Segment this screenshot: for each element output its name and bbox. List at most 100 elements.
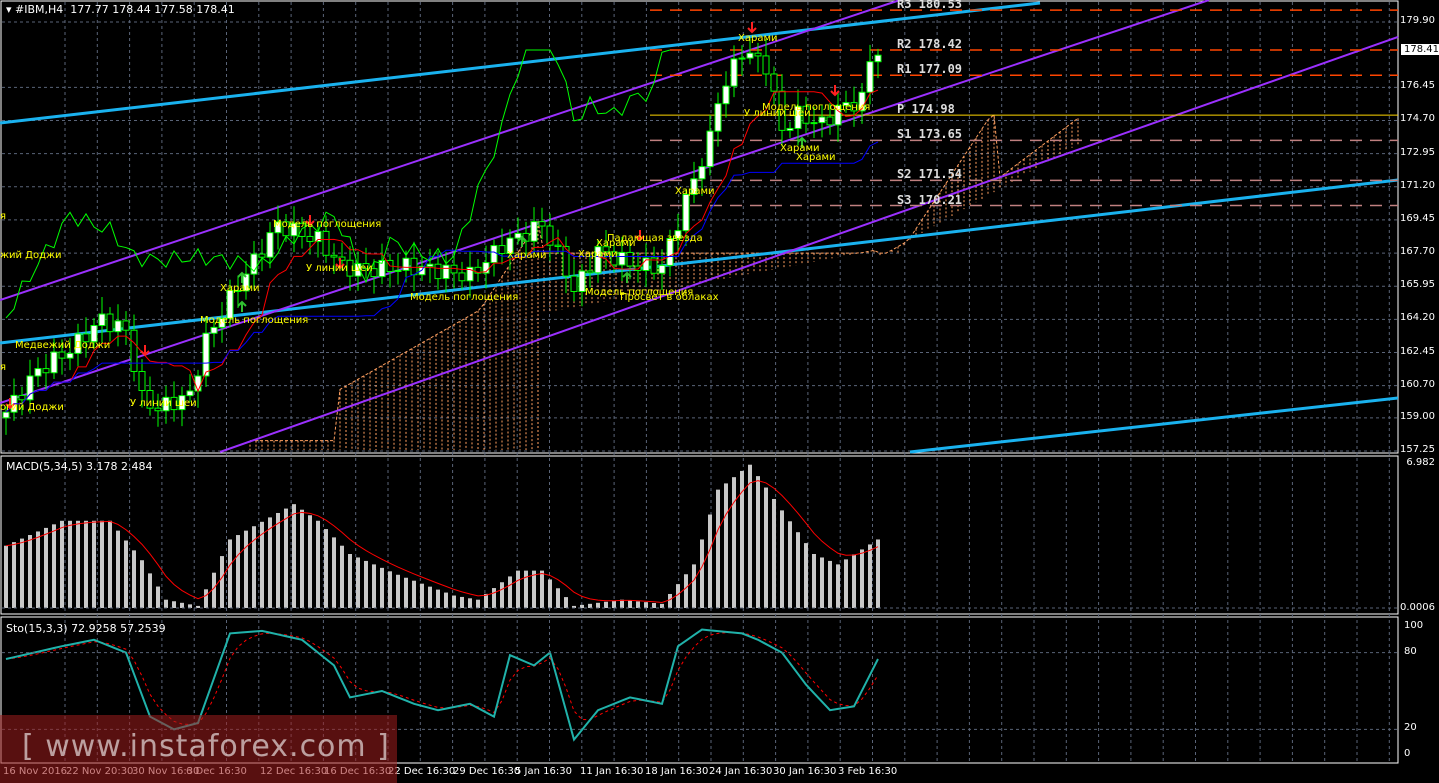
candle-body xyxy=(443,265,449,278)
price-tick: 159.00 xyxy=(1400,411,1435,422)
price-tick: 164.20 xyxy=(1400,312,1435,323)
dropdown-triangle-icon[interactable]: ▾ xyxy=(6,3,12,16)
trend-line xyxy=(0,3,1040,123)
macd-bar xyxy=(732,477,736,608)
macd-bar xyxy=(92,521,96,608)
sell-arrow-icon xyxy=(141,345,149,355)
candle-body xyxy=(739,58,745,59)
macd-bar xyxy=(660,604,664,608)
pivot-label: S1 173.65 xyxy=(897,127,962,141)
candle-body xyxy=(267,233,273,258)
macd-bar xyxy=(124,541,128,608)
candle-body xyxy=(203,333,209,376)
macd-bar xyxy=(332,537,336,608)
pattern-label: У линии шеи xyxy=(744,108,811,119)
candle-body xyxy=(427,264,433,266)
macd-bar xyxy=(764,488,768,608)
macd-bar xyxy=(300,510,304,608)
candle-body xyxy=(771,74,777,91)
macd-min-label: 0.0006 xyxy=(1400,602,1435,613)
macd-bar xyxy=(364,561,368,608)
macd-bar xyxy=(348,554,352,608)
pattern-label: жий Доджи xyxy=(0,250,62,261)
watermark: [ www.instaforex.com ] xyxy=(0,715,397,783)
candle-body xyxy=(307,236,313,241)
pattern-label: У линии шеи xyxy=(130,398,197,409)
macd-bar xyxy=(356,557,360,608)
macd-bar xyxy=(676,584,680,608)
macd-signal-line xyxy=(6,481,878,603)
macd-bar xyxy=(316,521,320,608)
macd-bar xyxy=(276,513,280,608)
stoch-level-label: 0 xyxy=(1404,748,1410,759)
macd-bar xyxy=(436,590,440,608)
candle-body xyxy=(627,252,633,266)
macd-bar xyxy=(108,521,112,608)
macd-bar xyxy=(700,539,704,608)
candle-body xyxy=(515,233,521,238)
price-tick: 171.20 xyxy=(1400,180,1435,191)
candle-body xyxy=(115,321,121,332)
price-tick: 172.95 xyxy=(1400,147,1435,158)
macd-bar xyxy=(236,535,240,608)
candle-body xyxy=(875,55,881,61)
pattern-label: У линии шеи xyxy=(306,263,373,274)
price-tick: 167.70 xyxy=(1400,246,1435,257)
candle-body xyxy=(123,321,129,330)
macd-bar xyxy=(780,510,784,608)
candle-body xyxy=(107,314,113,332)
candle-body xyxy=(331,255,337,257)
chart-canvas[interactable] xyxy=(0,0,1439,783)
candle-body xyxy=(51,352,57,373)
macd-bar xyxy=(692,564,696,608)
price-tick: 169.45 xyxy=(1400,213,1435,224)
macd-bar xyxy=(20,539,24,608)
macd-bar xyxy=(612,601,616,608)
macd-bar xyxy=(508,576,512,608)
pattern-label: Модель поглощения xyxy=(410,292,518,303)
macd-bar xyxy=(860,549,864,608)
time-tick: 3 Feb 16:30 xyxy=(838,766,897,777)
symbol-name: #IBM,H4 xyxy=(15,3,63,16)
macd-bar xyxy=(516,571,520,608)
macd-bar xyxy=(836,564,840,608)
macd-bar xyxy=(52,524,56,608)
pattern-label: Модель поглощения xyxy=(200,315,308,326)
candle-body xyxy=(747,53,753,58)
macd-bar xyxy=(500,582,504,608)
price-tick: 179.90 xyxy=(1400,15,1435,26)
macd-bar xyxy=(412,581,416,608)
macd-bar xyxy=(796,532,800,608)
pattern-label: Просвет в облаках xyxy=(620,292,719,303)
macd-bar xyxy=(588,604,592,608)
candle-body xyxy=(403,258,409,270)
macd-bar xyxy=(636,601,640,608)
candle-body xyxy=(459,273,465,281)
macd-bar xyxy=(372,564,376,608)
pattern-label: Харами xyxy=(796,152,836,163)
time-tick: 11 Jan 16:30 xyxy=(580,766,643,777)
macd-bar xyxy=(716,490,720,608)
macd-pane-frame xyxy=(1,456,1398,614)
time-tick: 22 Dec 16:30 xyxy=(388,766,455,777)
macd-bar xyxy=(180,603,184,608)
macd-bar xyxy=(4,546,8,608)
candle-body xyxy=(819,117,825,123)
macd-bar xyxy=(628,601,632,608)
candle-body xyxy=(99,314,105,325)
macd-bar xyxy=(476,600,480,608)
stoch-level-label: 80 xyxy=(1404,646,1417,657)
price-tick: 162.45 xyxy=(1400,346,1435,357)
macd-bar xyxy=(748,465,752,608)
macd-bar xyxy=(492,588,496,608)
macd-bar xyxy=(228,539,232,608)
channel-line xyxy=(220,37,1398,452)
macd-bar xyxy=(220,556,224,608)
macd-bar xyxy=(684,574,688,608)
stoch-level-label: 20 xyxy=(1404,722,1417,733)
candle-body xyxy=(715,104,721,131)
macd-bar xyxy=(420,584,424,608)
macd-bar xyxy=(772,499,776,608)
macd-bar xyxy=(804,543,808,608)
time-tick: 29 Dec 16:30 xyxy=(453,766,520,777)
